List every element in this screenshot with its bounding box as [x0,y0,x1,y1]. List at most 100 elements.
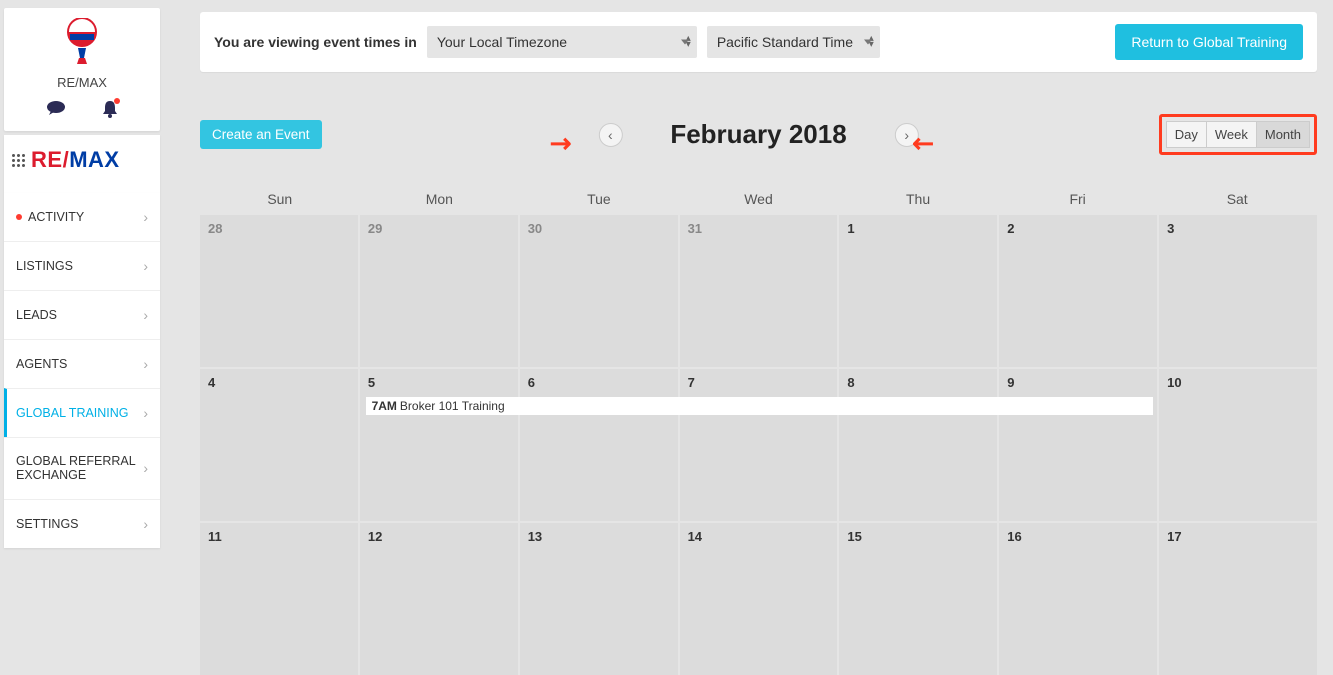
bell-icon[interactable] [102,100,118,123]
dow: Mon [360,183,520,215]
dow: Tue [519,183,679,215]
grip-icon [12,154,25,167]
nav: ACTIVITY › LISTINGS› LEADS › AGENTS › GLOBA… [4,193,160,548]
day-number: 1 [847,221,854,236]
nav-label: LEADS [16,308,57,322]
day-number: 9 [1007,375,1014,390]
calendar-cell[interactable]: 28 [200,215,358,367]
day-number: 7 [688,375,695,390]
day-number: 13 [528,529,542,544]
chevron-right-icon: › [143,460,148,476]
calendar-cell[interactable]: 9 [999,369,1157,521]
nav-label: AGENTS [16,357,67,371]
nav-item-leads[interactable]: LEADS › [4,290,160,339]
calendar-cell[interactable]: 8 [839,369,997,521]
day-number: 3 [1167,221,1174,236]
sidebar: RE/MAX RE/MAX ACTIVITY › LISTINGS› LEADS ›… [0,0,160,652]
view-month-button[interactable]: Month [1257,121,1310,148]
calendar-title: February 2018 [670,119,846,150]
calendar-body: 2829303112345678910111213141516177AMBrok… [200,215,1317,675]
banner-lead: You are viewing event times in [214,34,417,50]
chevron-right-icon: › [143,307,148,323]
chevron-right-icon: › [143,516,148,532]
nav-label: ACTIVITY [28,210,84,224]
calendar-cell[interactable]: 10 [1159,369,1317,521]
arrow-annotation: ↗ [542,125,579,162]
nav-item-settings[interactable]: SETTINGS › [4,499,160,548]
calendar-header: Sun Mon Tue Wed Thu Fri Sat [200,183,1317,215]
next-month-button[interactable]: › [895,123,919,147]
day-number: 15 [847,529,861,544]
day-number: 6 [528,375,535,390]
logo-text: RE/MAX [31,147,120,173]
calendar-cell[interactable]: 7 [680,369,838,521]
chevron-right-icon: › [143,405,148,421]
calendar-cell[interactable]: 2 [999,215,1157,367]
view-week-button[interactable]: Week [1207,121,1257,148]
sidebar-header: RE/MAX [4,8,160,131]
dot-icon [16,214,22,220]
day-number: 16 [1007,529,1021,544]
view-toggle: Day Week Month [1159,114,1317,155]
calendar-toolbar: Create an Event ‹ February 2018 › ↗ ↗ Da… [200,114,1317,155]
day-number: 30 [528,221,542,236]
day-number: 31 [688,221,702,236]
day-number: 5 [368,375,375,390]
nav-item-global-training[interactable]: GLOBAL TRAINING › [4,388,160,437]
nav-item-agents[interactable]: AGENTS › [4,339,160,388]
calendar-cell[interactable]: 1 [839,215,997,367]
calendar-cell[interactable]: 13 [520,523,678,675]
calendar: Sun Mon Tue Wed Thu Fri Sat 282930311234… [200,183,1317,675]
brand-name: RE/MAX [12,75,152,90]
calendar-cell[interactable]: 3 [1159,215,1317,367]
chat-icon[interactable] [46,100,66,123]
calendar-cell[interactable]: 5 [360,369,518,521]
day-number: 11 [208,529,222,544]
calendar-cell[interactable]: 16 [999,523,1157,675]
tz-mode-select[interactable]: Your Local Timezone▴▾ [427,26,697,58]
calendar-cell[interactable]: 11 [200,523,358,675]
calendar-cell[interactable]: 17 [1159,523,1317,675]
day-number: 12 [368,529,382,544]
day-number: 8 [847,375,854,390]
nav-label: SETTINGS [16,517,79,531]
calendar-cell[interactable]: 15 [839,523,997,675]
prev-month-button[interactable]: ‹ [598,123,622,147]
chevron-right-icon: › [143,258,148,274]
nav-label: GLOBAL REFERRAL EXCHANGE [16,454,143,483]
day-number: 2 [1007,221,1014,236]
day-number: 4 [208,375,215,390]
dow: Wed [679,183,839,215]
logo-row[interactable]: RE/MAX [4,135,160,193]
create-event-button[interactable]: Create an Event [200,120,322,149]
calendar-cell[interactable]: 30 [520,215,678,367]
day-number: 10 [1167,375,1181,390]
main: You are viewing event times in Your Loca… [160,0,1333,652]
dow: Sun [200,183,360,215]
dow: Fri [998,183,1158,215]
calendar-cell[interactable]: 12 [360,523,518,675]
day-number: 17 [1167,529,1181,544]
day-number: 14 [688,529,702,544]
tz-value-select[interactable]: Pacific Standard Time▴▾ [707,26,880,58]
calendar-cell[interactable]: 6 [520,369,678,521]
chevron-right-icon: › [143,209,148,225]
view-day-button[interactable]: Day [1166,121,1207,148]
nav-label: GLOBAL TRAINING [16,406,129,420]
chevron-right-icon: › [143,356,148,372]
calendar-event[interactable]: 7AMBroker 101 Training [366,397,1154,415]
dow: Sat [1157,183,1317,215]
calendar-cell[interactable]: 31 [680,215,838,367]
calendar-cell[interactable]: 29 [360,215,518,367]
dow: Thu [838,183,998,215]
nav-item-activity[interactable]: ACTIVITY › [4,193,160,241]
calendar-cell[interactable]: 4 [200,369,358,521]
calendar-cell[interactable]: 14 [680,523,838,675]
return-button[interactable]: Return to Global Training [1115,24,1303,60]
timezone-banner: You are viewing event times in Your Loca… [200,12,1317,72]
nav-item-listings[interactable]: LISTINGS› [4,241,160,290]
balloon-icon [64,18,100,71]
day-number: 28 [208,221,222,236]
nav-item-global-referral[interactable]: GLOBAL REFERRAL EXCHANGE› [4,437,160,499]
day-number: 29 [368,221,382,236]
